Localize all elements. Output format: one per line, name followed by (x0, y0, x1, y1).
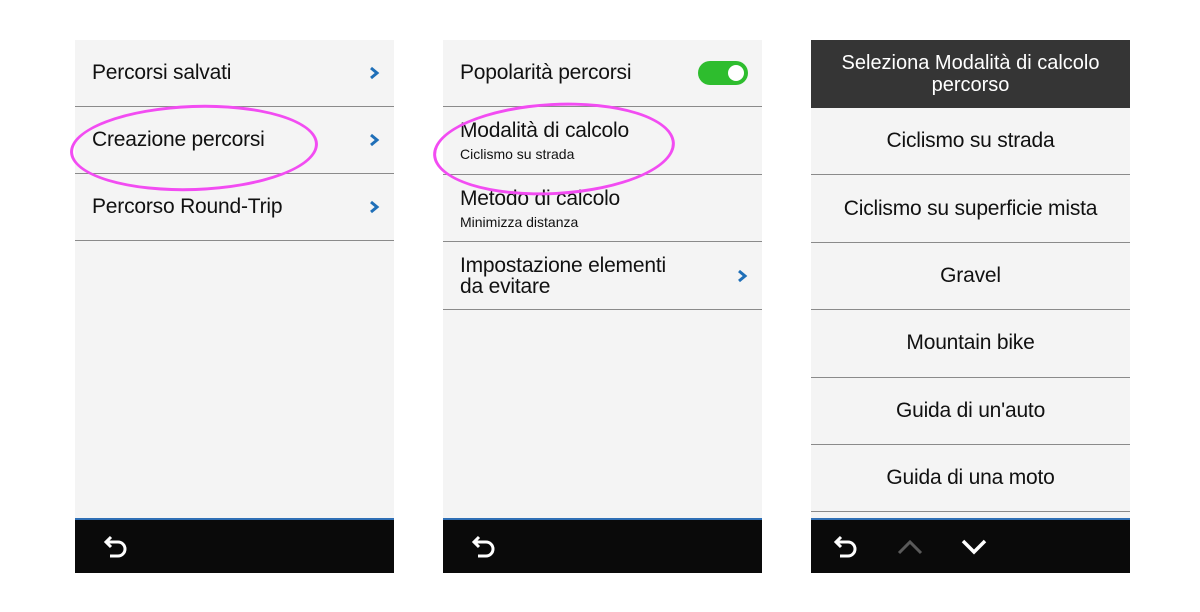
menu-item-label: Percorso Round-Trip (92, 195, 283, 218)
header-title-line1: Seleziona Modalità di calcolo (841, 52, 1100, 74)
chevron-right-icon (736, 269, 748, 283)
option-mixed-surface[interactable]: Ciclismo su superficie mista (811, 175, 1130, 243)
back-arrow-icon[interactable] (467, 530, 501, 564)
option-car[interactable]: Guida di un'auto (811, 378, 1130, 445)
dialog-header: Seleziona Modalità di calcolo percorso (811, 40, 1130, 108)
option-motorcycle[interactable]: Guida di una moto (811, 445, 1130, 513)
popularity-toggle[interactable] (698, 61, 748, 85)
toggle-knob (728, 65, 744, 81)
menu-item-label: Percorsi salvati (92, 61, 232, 84)
screen-route-creation: Popolarità percorsi Modalità di calcolo … (443, 40, 762, 573)
header-title-line2: percorso (931, 74, 1010, 96)
option-road-cycling[interactable]: Ciclismo su strada (811, 108, 1130, 176)
chevron-right-icon (368, 133, 380, 147)
back-arrow-icon[interactable] (829, 530, 863, 564)
chevron-right-icon (368, 200, 380, 214)
back-arrow-icon[interactable] (99, 530, 133, 564)
chevron-up-icon[interactable] (893, 530, 927, 564)
avoidances-row[interactable]: Impostazione elementi da evitare (443, 242, 762, 310)
menu-item-round-trip[interactable]: Percorso Round-Trip (75, 174, 394, 241)
chevron-down-icon[interactable] (957, 530, 991, 564)
calc-mode-row[interactable]: Modalità di calcolo Ciclismo su strada (443, 107, 762, 175)
chevron-right-icon (368, 66, 380, 80)
bottom-bar (75, 518, 394, 573)
menu-item-route-creation[interactable]: Creazione percorsi (75, 107, 394, 174)
calc-method-label: Metodo di calcolo (460, 186, 621, 210)
popularity-routing-row[interactable]: Popolarità percorsi (443, 40, 762, 107)
screen-select-calc-mode: Seleziona Modalità di calcolo percorso C… (811, 40, 1130, 573)
option-gravel[interactable]: Gravel (811, 243, 1130, 311)
calc-method-row[interactable]: Metodo di calcolo Minimizza distanza (443, 175, 762, 242)
option-mountain-bike[interactable]: Mountain bike (811, 310, 1130, 378)
menu-item-saved-routes[interactable]: Percorsi salvati (75, 40, 394, 107)
bottom-bar (443, 518, 762, 573)
avoidances-label-line2: da evitare (460, 274, 551, 298)
avoidances-label-line1: Impostazione elementi (460, 253, 666, 277)
screen-routing-menu: Percorsi salvati Creazione percorsi Perc… (75, 40, 394, 573)
calc-method-value: Minimizza distanza (460, 213, 579, 230)
popularity-routing-label: Popolarità percorsi (460, 61, 632, 84)
calc-mode-label: Modalità di calcolo (460, 119, 629, 142)
menu-item-label: Creazione percorsi (92, 128, 265, 151)
bottom-bar (811, 518, 1130, 573)
calc-mode-value: Ciclismo su strada (460, 146, 575, 162)
